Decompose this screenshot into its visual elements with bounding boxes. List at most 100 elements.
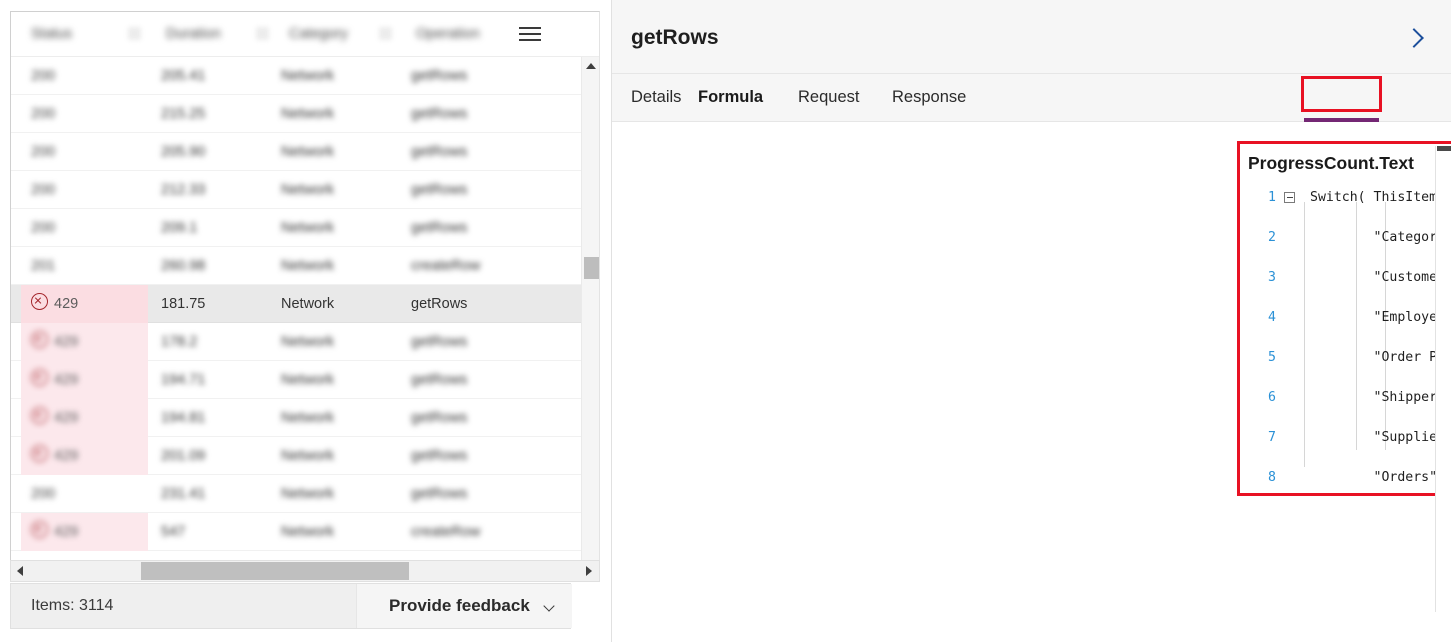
cell-duration: 547 (161, 524, 186, 540)
cell-status: 429 (11, 513, 148, 551)
table-row[interactable]: 200 205.90 Network getRows (11, 133, 599, 171)
code-line-text: "Order Products", Coalesce(CountRows( 'O… (1373, 350, 1451, 365)
cell-operation: getRows (411, 372, 468, 388)
table-row[interactable]: 200 231.41 Network getRows (11, 475, 599, 513)
hamburger-menu-icon[interactable] (519, 27, 541, 42)
chevron-right-icon[interactable] (1405, 26, 1423, 50)
cell-status: 429 (11, 323, 148, 361)
provide-feedback-label: Provide feedback (389, 596, 530, 615)
table-vertical-scrollbar[interactable] (581, 57, 599, 574)
cell-category: Network (281, 144, 335, 160)
table-row[interactable]: 429 547 Network createRow (11, 513, 599, 551)
monitor-table: Status Duration Category Operation 200 20… (10, 11, 600, 574)
cell-status: 429 (11, 361, 148, 399)
cell-duration: 205.90 (161, 144, 206, 160)
code-line-text: "Orders", Coalesce(CountRows( Orders ),0… (1373, 470, 1445, 485)
table-horizontal-scrollbar[interactable] (10, 560, 600, 582)
code-line-number: 8 (1268, 470, 1276, 485)
scroll-up-arrow-icon[interactable] (582, 57, 599, 75)
cell-operation: getRows (411, 486, 468, 502)
error-circle-x-icon (31, 331, 48, 348)
cell-operation: getRows (411, 144, 468, 160)
column-header-status[interactable]: Status (31, 12, 72, 57)
cell-status: 200 (11, 209, 148, 247)
cell-status: 429 (11, 437, 148, 475)
items-count-label: Items: 3114 (31, 597, 114, 614)
table-row[interactable]: 200 205.41 Network getRows (11, 57, 599, 95)
cell-category: Network (281, 106, 335, 122)
tab-response[interactable]: Response (892, 74, 966, 121)
column-header-operation[interactable]: Operation (416, 12, 480, 57)
cell-operation: createRow (411, 258, 481, 274)
detail-panel-scroll-thumb[interactable] (1437, 146, 1451, 151)
detail-panel-title: getRows (631, 26, 719, 49)
code-line: 5 "Order Products", Coalesce(CountRows( … (1248, 348, 1451, 368)
table-row[interactable]: 200 215.25 Network getRows (11, 95, 599, 133)
table-body: 200 205.41 Network getRows 200 215.25 Network g… (11, 57, 599, 574)
column-sort-status-icon[interactable] (128, 27, 141, 40)
vertical-scroll-thumb[interactable] (584, 257, 599, 279)
table-header-row: Status Duration Category Operation (11, 12, 599, 57)
tab-formula[interactable]: Formula (698, 74, 763, 121)
table-row[interactable]: 429 181.75 Network getRows (11, 285, 599, 323)
cell-operation: getRows (411, 448, 468, 464)
scroll-left-arrow-icon[interactable] (11, 561, 31, 581)
cell-category: Network (281, 220, 335, 236)
code-line-text: "Customers", Coalesce(CountRows( Custome… (1373, 270, 1451, 285)
tab-details[interactable]: Details (631, 74, 681, 121)
formula-property-name: ProgressCount.Text (1248, 153, 1414, 173)
cell-status: 429 (11, 285, 148, 323)
cell-duration: 178.2 (161, 334, 198, 350)
scroll-right-arrow-icon[interactable] (579, 561, 599, 581)
formula-code-area[interactable]: 1 Switch( ThisItem.Name, 2 "Categories", C… (1248, 188, 1451, 487)
detail-panel-scrollbar[interactable] (1435, 146, 1451, 612)
table-row[interactable]: 429 194.71 Network getRows (11, 361, 599, 399)
tab-request[interactable]: Request (798, 74, 859, 121)
code-line-text: "Shippers", Coalesce(CountRows( Shippers… (1373, 390, 1451, 405)
status-code-text: 429 (54, 410, 79, 426)
active-tab-underline (1304, 118, 1379, 122)
cell-duration: 231.41 (161, 486, 206, 502)
cell-operation: getRows (411, 334, 468, 350)
cell-status: 200 (11, 133, 148, 171)
cell-duration: 209.1 (161, 220, 198, 236)
status-code-text: 429 (54, 296, 79, 312)
cell-operation: getRows (411, 296, 468, 312)
horizontal-scroll-thumb[interactable] (141, 562, 409, 580)
table-row[interactable]: 429 201.09 Network getRows (11, 437, 599, 475)
status-code-text: 429 (54, 524, 79, 540)
monitor-table-panel: Status Duration Category Operation 200 20… (0, 0, 611, 642)
cell-operation: getRows (411, 220, 468, 236)
provide-feedback-button[interactable]: Provide feedback (356, 584, 572, 628)
cell-category: Network (281, 524, 335, 540)
column-sort-duration-icon[interactable] (256, 27, 269, 40)
table-row[interactable]: 200 209.1 Network getRows (11, 209, 599, 247)
error-circle-x-icon (31, 407, 48, 424)
status-code-text: 429 (54, 372, 79, 388)
column-header-category[interactable]: Category (289, 12, 348, 57)
cell-status: 429 (11, 399, 148, 437)
status-code-text: 200 (31, 220, 56, 236)
table-row[interactable]: 200 212.33 Network getRows (11, 171, 599, 209)
status-code-text: 200 (31, 182, 56, 198)
cell-operation: getRows (411, 410, 468, 426)
cell-duration: 201.09 (161, 448, 206, 464)
status-code-text: 201 (31, 258, 56, 274)
code-line: 8 "Orders", Coalesce(CountRows( Orders )… (1248, 468, 1451, 487)
column-sort-category-icon[interactable] (379, 27, 392, 40)
code-line-text: "Categories", Coalesce(CountRows( Catego… (1373, 230, 1451, 245)
cell-status: 200 (11, 95, 148, 133)
cell-duration: 181.75 (161, 296, 206, 312)
table-row[interactable]: 429 194.81 Network getRows (11, 399, 599, 437)
code-line-text: Switch( ThisItem.Name, (1310, 190, 1451, 205)
table-row[interactable]: 429 178.2 Network getRows (11, 323, 599, 361)
table-row[interactable]: 201 260.98 Network createRow (11, 247, 599, 285)
cell-status: 200 (11, 57, 148, 95)
code-line-text: "Employees", Coalesce(CountRows( Employe… (1373, 310, 1451, 325)
code-line: 1 Switch( ThisItem.Name, (1248, 188, 1451, 208)
code-line-number: 2 (1268, 230, 1276, 245)
cell-operation: getRows (411, 106, 468, 122)
cell-duration: 260.98 (161, 258, 206, 274)
column-header-duration[interactable]: Duration (166, 12, 221, 57)
cell-operation: getRows (411, 68, 468, 84)
